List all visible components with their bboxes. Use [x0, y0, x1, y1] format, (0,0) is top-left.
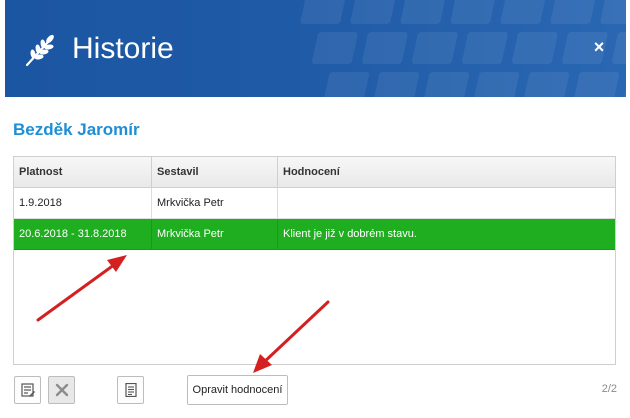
wheat-logo-icon	[25, 34, 54, 67]
delete-button[interactable]	[48, 376, 75, 404]
table-row[interactable]: 1.9.2018 Mrkvička Petr	[14, 188, 615, 219]
edit-list-icon	[21, 383, 35, 397]
close-button[interactable]: ×	[590, 38, 608, 56]
cell-hodnoceni	[277, 188, 615, 219]
dialog-title: Historie	[72, 32, 174, 65]
table-header: Platnost Sestavil Hodnocení	[14, 157, 615, 188]
edit-button[interactable]	[14, 376, 41, 404]
cell-sestavil: Mrkvička Petr	[151, 188, 277, 219]
client-name: Bezděk Jaromír	[13, 120, 140, 139]
history-table: Platnost Sestavil Hodnocení 1.9.2018 Mrk…	[13, 156, 616, 365]
cell-platnost: 1.9.2018	[19, 197, 62, 209]
column-header-sestavil[interactable]: Sestavil	[151, 157, 277, 188]
document-icon	[125, 383, 137, 397]
cell-platnost: 20.6.2018 - 31.8.2018	[19, 228, 127, 240]
column-header-hodnoceni[interactable]: Hodnocení	[277, 157, 615, 188]
close-x-icon	[55, 383, 69, 397]
column-header-platnost[interactable]: Platnost	[14, 157, 151, 188]
table-row-selected[interactable]: 20.6.2018 - 31.8.2018 Mrkvička Petr Klie…	[14, 219, 615, 250]
fix-rating-button[interactable]: Opravit hodnocení	[187, 375, 288, 405]
cell-sestavil: Mrkvička Petr	[151, 219, 277, 250]
dialog-header: Historie ×	[5, 0, 626, 97]
page-indicator: 2/2	[601, 383, 617, 395]
document-button[interactable]	[117, 376, 144, 404]
cell-hodnoceni: Klient je již v dobrém stavu.	[277, 219, 615, 250]
